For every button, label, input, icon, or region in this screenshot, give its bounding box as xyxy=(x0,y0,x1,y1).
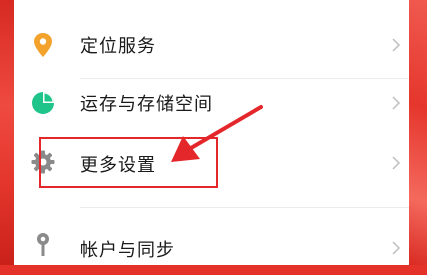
background-left-edge xyxy=(0,0,14,265)
background-right-edge xyxy=(409,0,427,265)
annotation-arrow xyxy=(171,105,263,162)
settings-panel: 定位服务 运存与存储空间 更多设置 帐户与同步 xyxy=(14,0,409,265)
